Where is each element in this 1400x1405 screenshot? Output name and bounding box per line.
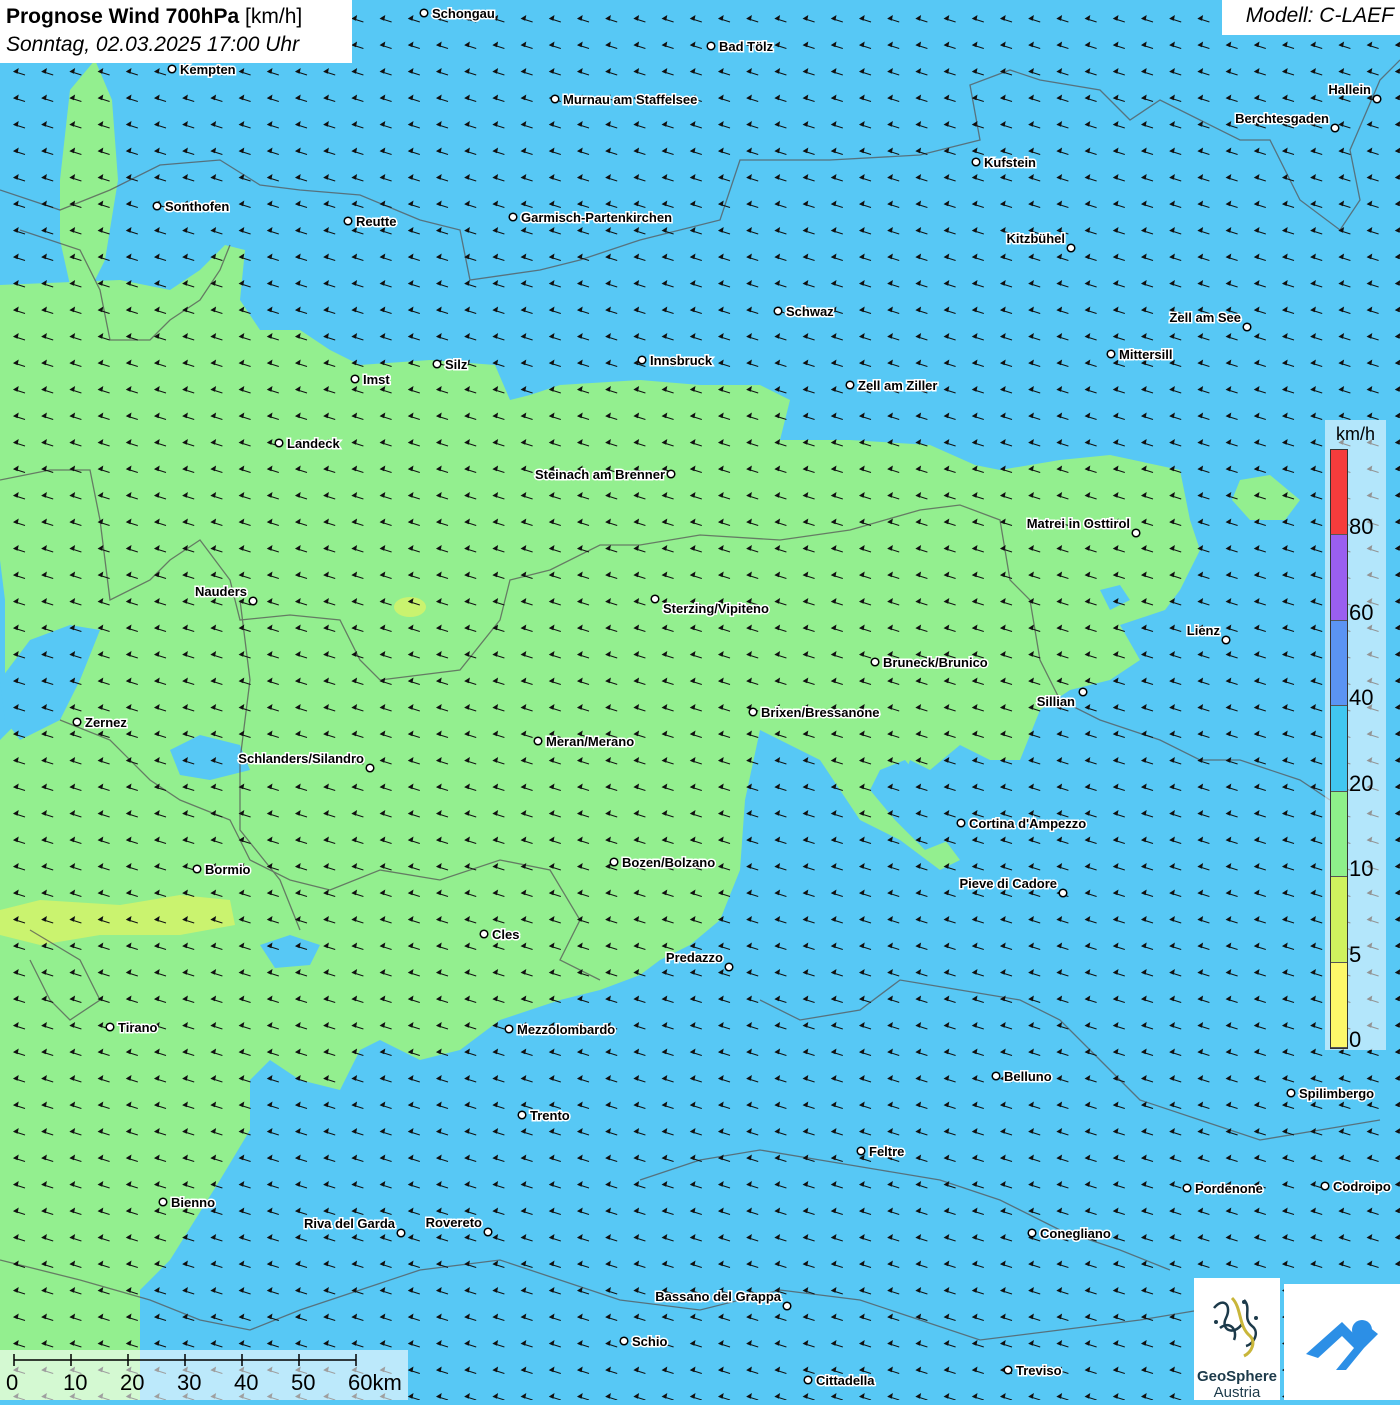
wind-map: SchongauBad TölzKemptenMurnau am Staffel… [0,0,1400,1400]
